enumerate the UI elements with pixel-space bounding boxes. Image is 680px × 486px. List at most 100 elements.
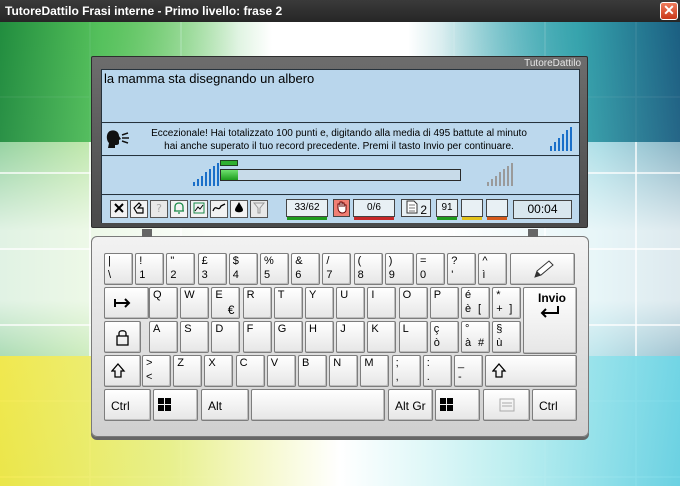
speaking-head-icon	[106, 130, 129, 148]
enter-key[interactable]: Invio	[523, 287, 577, 354]
key-Q[interactable]: Q	[149, 287, 178, 319]
volume-bars-icon	[550, 127, 572, 151]
left-shift-key[interactable]	[104, 355, 141, 387]
key-H[interactable]: H	[305, 321, 334, 353]
key-P[interactable]: P	[429, 287, 459, 319]
filter-button[interactable]	[250, 200, 268, 218]
key-S[interactable]: S	[180, 321, 210, 353]
phrase-area: la mamma sta disegnando un albero	[102, 70, 579, 123]
key-F[interactable]: F	[242, 321, 272, 353]
key-7[interactable]: /7	[322, 253, 352, 285]
key-5[interactable]: % 5	[260, 253, 289, 285]
caps-lock-key[interactable]	[104, 321, 141, 353]
key-O[interactable]: O	[398, 287, 428, 319]
title-bar: TutoreDattilo Frasi interne - Primo live…	[0, 0, 680, 22]
stats-button[interactable]	[190, 200, 208, 218]
ink-drop-icon	[235, 202, 243, 213]
lcd-display: la mamma sta disegnando un albero Eccezi…	[101, 69, 580, 223]
accuracy-signal-icon	[487, 163, 513, 186]
hand-stop-icon	[337, 201, 346, 214]
phrase-progress-bar	[220, 169, 461, 181]
key-B[interactable]: B	[298, 355, 327, 387]
key-2[interactable]: " 2	[166, 253, 196, 285]
tutor-screen: TutoreDattilo la mamma sta disegnando un…	[91, 56, 588, 228]
funnel-icon	[252, 202, 266, 214]
status-bar: ? 33/62 0/6 2 91 00:04	[102, 196, 579, 223]
key-I[interactable]: I	[367, 287, 397, 319]
key-_[interactable]: _ -	[454, 355, 483, 387]
key-1[interactable]: ! 1	[135, 253, 165, 285]
page-counter: 2	[401, 199, 431, 217]
key-K[interactable]: K	[367, 321, 397, 353]
key-C[interactable]: C	[235, 355, 265, 387]
key-ç[interactable]: çò	[429, 321, 459, 353]
key-ì[interactable]: ^ ì	[478, 253, 508, 285]
windows-logo-icon	[158, 398, 171, 411]
tab-key[interactable]	[104, 287, 149, 319]
key-°[interactable]: ° à #	[461, 321, 490, 353]
key-U[interactable]: U	[336, 287, 366, 319]
key-D[interactable]: D	[211, 321, 241, 353]
right-shift-key[interactable]	[485, 355, 577, 387]
key-W[interactable]: W	[180, 287, 210, 319]
key-R[interactable]: R	[242, 287, 272, 319]
score-counter: 91	[436, 199, 458, 220]
key-9[interactable]: ) 9	[384, 253, 414, 285]
left-ctrl-key[interactable]: Ctrl	[104, 389, 151, 421]
key-N[interactable]: N	[329, 355, 359, 387]
document-icon	[406, 200, 418, 214]
key-E[interactable]: E €	[211, 287, 241, 319]
pencil-key[interactable]	[509, 253, 575, 285]
alt-gr-key[interactable]: Alt Gr	[388, 389, 433, 421]
key-6[interactable]: & 6	[291, 253, 321, 285]
key-\[interactable]: | \	[104, 253, 133, 285]
key-4[interactable]: $4	[228, 253, 258, 285]
target-phrase: la mamma sta disegnando un albero	[104, 71, 315, 86]
key->[interactable]: > <	[142, 355, 171, 387]
right-ctrl-key[interactable]: Ctrl	[532, 389, 577, 421]
message-area: Eccezionale! Hai totalizzato 100 punti e…	[102, 124, 579, 156]
key-T[interactable]: T	[273, 287, 303, 319]
yellow-indicator	[461, 199, 483, 220]
ink-button[interactable]	[230, 200, 248, 218]
sound-button[interactable]	[170, 200, 188, 218]
key-Z[interactable]: Z	[173, 355, 203, 387]
key-X[interactable]: X	[204, 355, 234, 387]
key-M[interactable]: M	[360, 355, 390, 387]
right-windows-key[interactable]	[435, 389, 480, 421]
graph-icon	[212, 203, 226, 212]
key-V[interactable]: V	[266, 355, 296, 387]
orange-indicator	[486, 199, 508, 220]
key-:[interactable]: :.	[422, 355, 452, 387]
key-8[interactable]: (8	[353, 253, 383, 285]
key-G[interactable]: G	[273, 321, 303, 353]
lock-icon	[116, 330, 129, 346]
error-icon-box	[333, 199, 350, 217]
key-§[interactable]: § ù	[492, 321, 522, 353]
shift-arrow-icon	[492, 363, 507, 378]
hint-button[interactable]	[130, 200, 148, 218]
key-'[interactable]: ? '	[447, 253, 477, 285]
window-title: TutoreDattilo Frasi interne - Primo live…	[5, 4, 283, 18]
key-A[interactable]: A	[149, 321, 178, 353]
elapsed-timer: 00:04	[513, 200, 572, 219]
key-3[interactable]: £3	[197, 253, 227, 285]
key-Y[interactable]: Y	[305, 287, 334, 319]
help-button[interactable]: ?	[150, 200, 168, 218]
speed-signal-icon	[193, 163, 219, 186]
left-windows-key[interactable]	[153, 389, 198, 421]
close-button[interactable]: ✕	[660, 2, 678, 20]
graph-button[interactable]	[210, 200, 228, 218]
exit-button[interactable]	[110, 200, 128, 218]
key-J[interactable]: J	[336, 321, 366, 353]
key-;[interactable]: ;,	[391, 355, 421, 387]
virtual-keyboard: | \! 1 " 2 £3 $4% 5 & 6/7(8) 9 = 0? ' ^ ì Q W E € R T Y U I O Pé è[…	[91, 229, 589, 437]
spacebar-key[interactable]	[251, 389, 385, 421]
key-*[interactable]: * +]	[492, 287, 522, 319]
menu-key[interactable]	[483, 389, 530, 421]
key-L[interactable]: L	[398, 321, 428, 353]
alt-key[interactable]: Alt	[201, 389, 249, 421]
key-é[interactable]: é è[	[461, 287, 490, 319]
tab-icon	[114, 298, 131, 308]
key-0[interactable]: = 0	[416, 253, 445, 285]
